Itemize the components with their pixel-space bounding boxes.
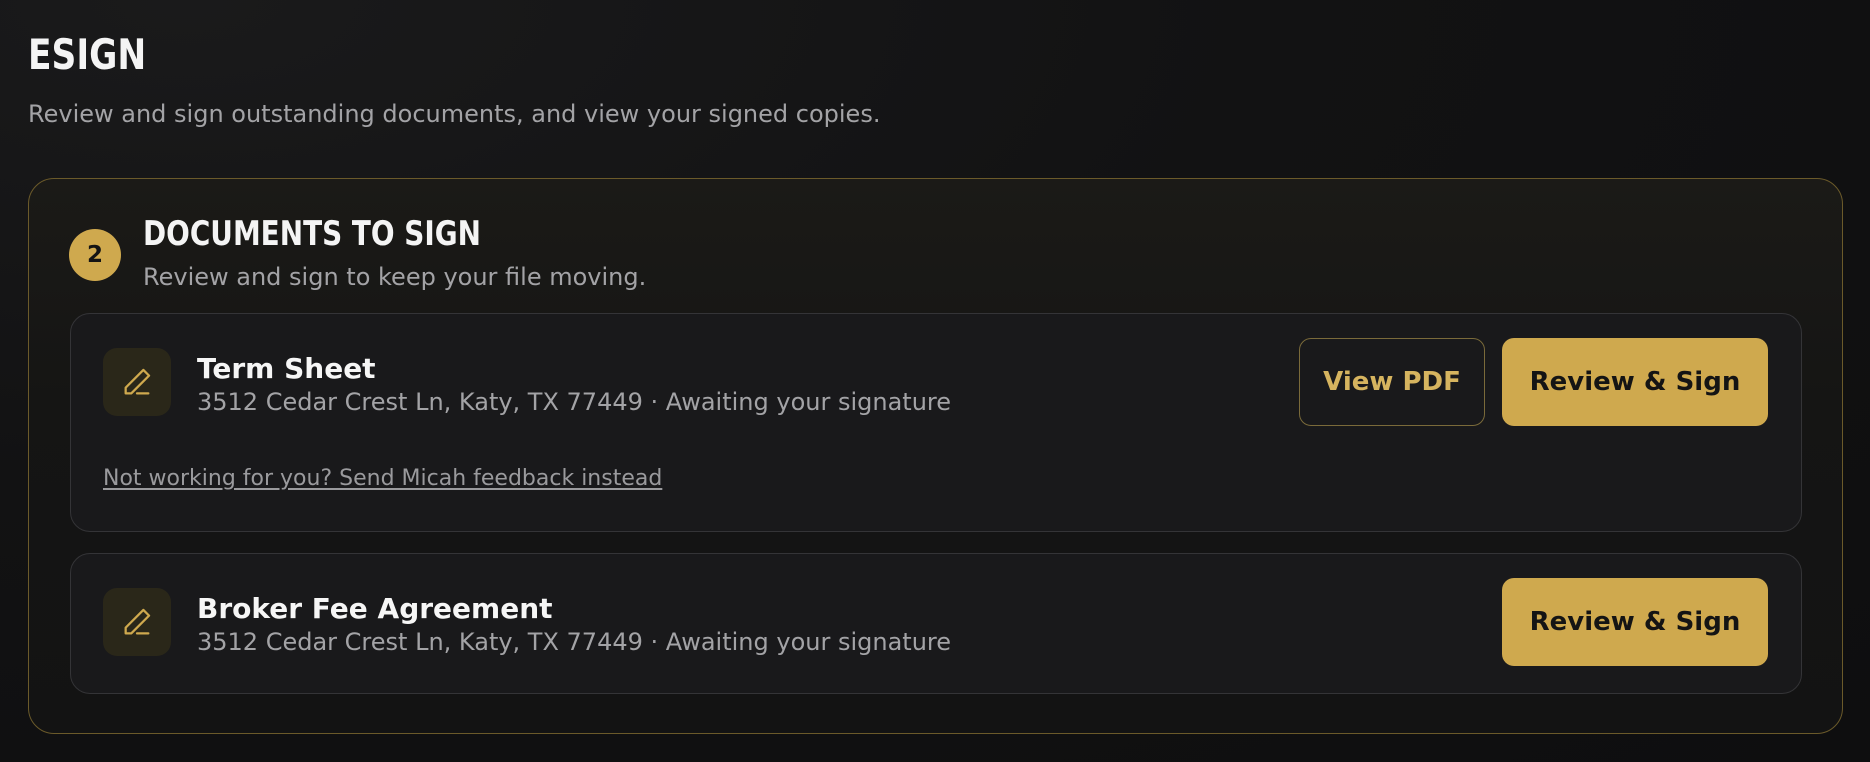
pen-icon (103, 348, 171, 416)
panel-subtitle: Review and sign to keep your file moving… (143, 263, 647, 291)
review-and-sign-button[interactable]: Review & Sign (1502, 578, 1768, 666)
document-meta: 3512 Cedar Crest Ln, Katy, TX 77449 · Aw… (197, 628, 952, 656)
document-title: Broker Fee Agreement (197, 592, 553, 625)
view-pdf-button[interactable]: View PDF (1299, 338, 1485, 426)
panel-title: DOCUMENTS TO SIGN (143, 214, 481, 254)
review-and-sign-button[interactable]: Review & Sign (1502, 338, 1768, 426)
document-card-broker-fee-agreement: Broker Fee Agreement 3512 Cedar Crest Ln… (70, 553, 1802, 694)
pen-icon (103, 588, 171, 656)
documents-to-sign-panel: 2 DOCUMENTS TO SIGN Review and sign to k… (28, 178, 1843, 734)
document-card-term-sheet: Term Sheet 3512 Cedar Crest Ln, Katy, TX… (70, 313, 1802, 532)
send-feedback-link[interactable]: Not working for you? Send Micah feedback… (103, 466, 662, 491)
document-meta: 3512 Cedar Crest Ln, Katy, TX 77449 · Aw… (197, 388, 952, 416)
pending-count-badge: 2 (69, 229, 121, 281)
document-title: Term Sheet (197, 352, 376, 385)
page-subtitle: Review and sign outstanding documents, a… (28, 100, 881, 128)
page-title: ESIGN (28, 30, 147, 79)
